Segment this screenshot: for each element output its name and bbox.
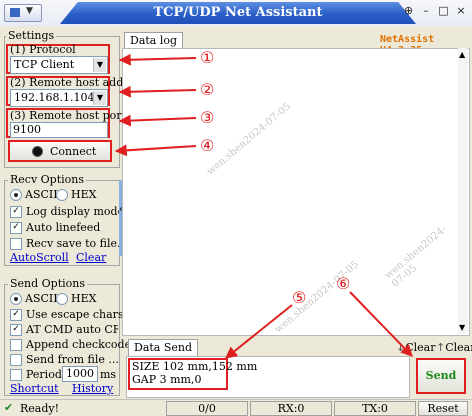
annotation-6: ⑥ <box>336 274 351 293</box>
rx-counter: RX:0 <box>250 401 332 416</box>
arrow-5 <box>225 304 293 359</box>
annotation-3: ③ <box>200 108 215 127</box>
annotation-5: ⑤ <box>292 288 307 307</box>
tx-counter: TX:0 <box>334 401 416 416</box>
arrow-3 <box>118 114 197 127</box>
annotation-4: ④ <box>200 136 215 155</box>
status-icon: ✔ <box>4 401 14 414</box>
annotation-1: ① <box>200 48 215 67</box>
arrow-1 <box>118 53 197 66</box>
counter-display: 0/0 <box>166 401 248 416</box>
annotation-arrows <box>114 53 413 359</box>
arrow-4 <box>114 144 197 157</box>
arrow-6 <box>349 291 413 357</box>
reset-button[interactable]: Reset <box>418 401 468 416</box>
arrow-2 <box>118 85 197 98</box>
status-bar: ✔ Ready! 0/0 RX:0 TX:0 Reset <box>0 399 472 416</box>
status-text: Ready! <box>20 402 60 415</box>
annotation-2: ② <box>200 80 215 99</box>
